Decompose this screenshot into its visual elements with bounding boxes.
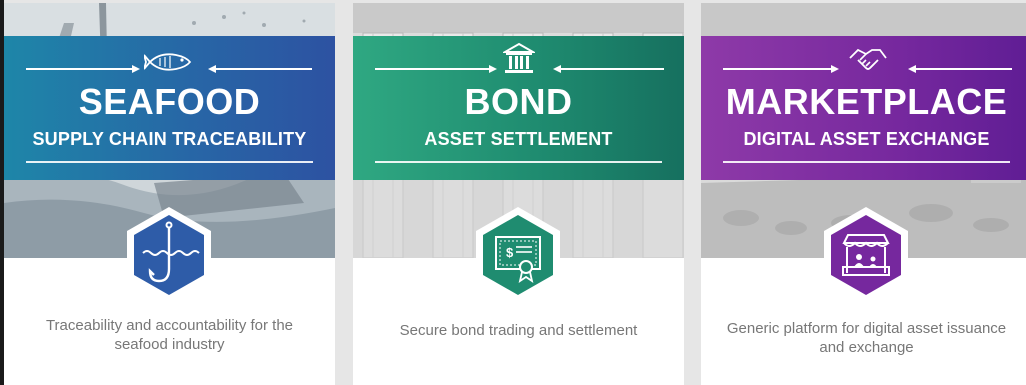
market-stall-icon: [824, 207, 908, 303]
card-description: Secure bond trading and settlement: [399, 322, 638, 339]
bank-building-icon: [503, 42, 535, 73]
svg-text:$: $: [506, 245, 514, 260]
marketplace-card[interactable]: MARKETPLACE DIGITAL ASSET EXCHANGE Gener…: [701, 3, 1026, 385]
bond-card[interactable]: BOND ASSET SETTLEMENT $ Secure bond trad…: [353, 3, 684, 385]
divider: [375, 161, 662, 163]
divider: [723, 161, 1010, 163]
card-subtitle: ASSET SETTLEMENT: [424, 129, 613, 149]
fish-icon: [144, 53, 192, 71]
card-title: SEAFOOD: [78, 81, 261, 122]
handshake-icon: [849, 48, 887, 70]
divider: [26, 161, 313, 163]
card-title: MARKETPLACE: [725, 81, 1008, 122]
card-description: Traceability and accountability for the …: [45, 317, 294, 353]
card-subtitle: SUPPLY CHAIN TRACEABILITY: [32, 129, 307, 149]
fishing-hook-icon: [127, 207, 211, 303]
marketplace-banner: MARKETPLACE DIGITAL ASSET EXCHANGE: [701, 36, 1026, 180]
seafood-banner: SEAFOOD SUPPLY CHAIN TRACEABILITY: [4, 36, 335, 180]
bond-banner: BOND ASSET SETTLEMENT: [353, 36, 684, 180]
certificate-icon: $: [476, 207, 560, 303]
seafood-card[interactable]: SEAFOOD SUPPLY CHAIN TRACEABILITY Tracea…: [4, 3, 335, 385]
card-title: BOND: [464, 81, 573, 122]
card-description: Generic platform for digital asset issua…: [726, 320, 1007, 356]
card-subtitle: DIGITAL ASSET EXCHANGE: [743, 129, 990, 149]
